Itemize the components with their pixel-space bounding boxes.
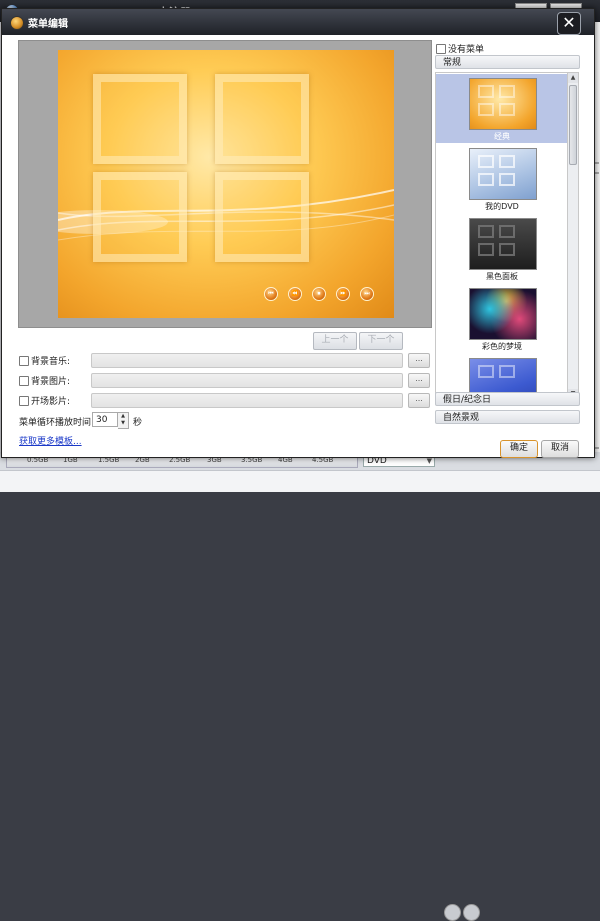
close-icon: ✕ xyxy=(562,13,576,32)
no-menu-checkbox[interactable] xyxy=(436,44,446,54)
bg-image-label: 背景图片: xyxy=(31,377,71,387)
template-label: 我的DVD xyxy=(485,202,519,211)
intro-video-field[interactable] xyxy=(91,393,403,408)
bg-music-browse-button[interactable]: ... xyxy=(408,353,430,368)
bg-music-field[interactable] xyxy=(91,353,403,368)
play-round-button[interactable] xyxy=(444,904,461,921)
next-page-button[interactable]: 下一个 xyxy=(359,332,403,350)
loop-time-label: 菜单循环播放时间: xyxy=(19,418,95,428)
close-button[interactable]: ✕ xyxy=(557,12,581,35)
stop-icon[interactable]: ⏹ xyxy=(312,287,326,301)
loop-time-input[interactable]: 30 xyxy=(92,412,118,427)
bg-image-field[interactable] xyxy=(91,373,403,388)
template-label: 彩色的梦境 xyxy=(482,342,522,351)
scroll-up-icon[interactable]: ▲ xyxy=(568,73,578,83)
template-thumb-classic xyxy=(469,78,537,130)
intro-video-checkbox[interactable] xyxy=(19,396,29,406)
template-scrollbar[interactable]: ▲ ▼ xyxy=(567,72,579,400)
menu-edit-dialog: 菜单编辑 ✕ ⏮ ⏪ ⏹ ⏩ ⏭ 上一个 下一个 背景音乐: ... 背景图片:… xyxy=(1,8,595,458)
app-status-bar xyxy=(0,470,600,492)
chapter-frame-1[interactable] xyxy=(93,74,187,164)
bg-image-checkbox[interactable] xyxy=(19,376,29,386)
category-nature[interactable]: 自然景观 xyxy=(435,410,580,424)
bg-image-browse-button[interactable]: ... xyxy=(408,373,430,388)
loop-time-stepper[interactable]: ▲ ▼ xyxy=(118,412,129,429)
template-list: 经典 我的DVD 黑色面板 彩色的梦境 xyxy=(435,72,569,402)
intro-video-browse-button[interactable]: ... xyxy=(408,393,430,408)
dialog-titlebar: 菜单编辑 ✕ xyxy=(2,9,594,35)
no-menu-label: 没有菜单 xyxy=(448,45,485,55)
chapter-frame-2[interactable] xyxy=(215,74,309,164)
template-item-colorful-dream[interactable]: 彩色的梦境 xyxy=(436,284,568,353)
ok-button[interactable]: 确定 xyxy=(500,440,538,458)
dialog-app-icon xyxy=(10,16,24,30)
rewind-icon[interactable]: ⏪ xyxy=(288,287,302,301)
prev-page-button[interactable]: 上一个 xyxy=(313,332,357,350)
template-thumb-my-dvd xyxy=(469,148,537,200)
chapter-frame-4[interactable] xyxy=(215,172,309,262)
menu-preview-image: ⏮ ⏪ ⏹ ⏩ ⏭ xyxy=(58,50,394,318)
last-chapter-icon[interactable]: ⏭ xyxy=(360,287,374,301)
template-label: 黑色面板 xyxy=(486,272,518,281)
template-item-my-dvd[interactable]: 我的DVD xyxy=(436,144,568,213)
stepper-up-icon[interactable]: ▲ xyxy=(118,413,128,420)
category-general[interactable]: 常规 xyxy=(435,55,580,69)
bg-music-label: 背景音乐: xyxy=(31,357,71,367)
stepper-down-icon[interactable]: ▼ xyxy=(118,420,128,427)
category-holiday[interactable]: 假日/纪念日 xyxy=(435,392,580,406)
cancel-button[interactable]: 取消 xyxy=(541,440,579,458)
loop-time-unit: 秒 xyxy=(133,418,143,428)
dialog-title: 菜单编辑 xyxy=(28,19,68,30)
intro-video-label: 开场影片: xyxy=(31,397,71,407)
template-thumb-black-panel xyxy=(469,218,537,270)
first-chapter-icon[interactable]: ⏮ xyxy=(264,287,278,301)
bg-music-checkbox[interactable] xyxy=(19,356,29,366)
template-label: 经典 xyxy=(494,132,510,141)
menu-preview-panel: ⏮ ⏪ ⏹ ⏩ ⏭ xyxy=(18,40,432,328)
more-templates-link[interactable]: 获取更多模板... xyxy=(19,434,82,447)
settings-round-button[interactable] xyxy=(463,904,480,921)
template-thumb-colorful-dream xyxy=(469,288,537,340)
chapter-frame-3[interactable] xyxy=(93,172,187,262)
forward-icon[interactable]: ⏩ xyxy=(336,287,350,301)
scroll-thumb[interactable] xyxy=(569,85,577,165)
template-item-black-panel[interactable]: 黑色面板 xyxy=(436,214,568,283)
template-item-classic[interactable]: 经典 xyxy=(436,74,568,143)
